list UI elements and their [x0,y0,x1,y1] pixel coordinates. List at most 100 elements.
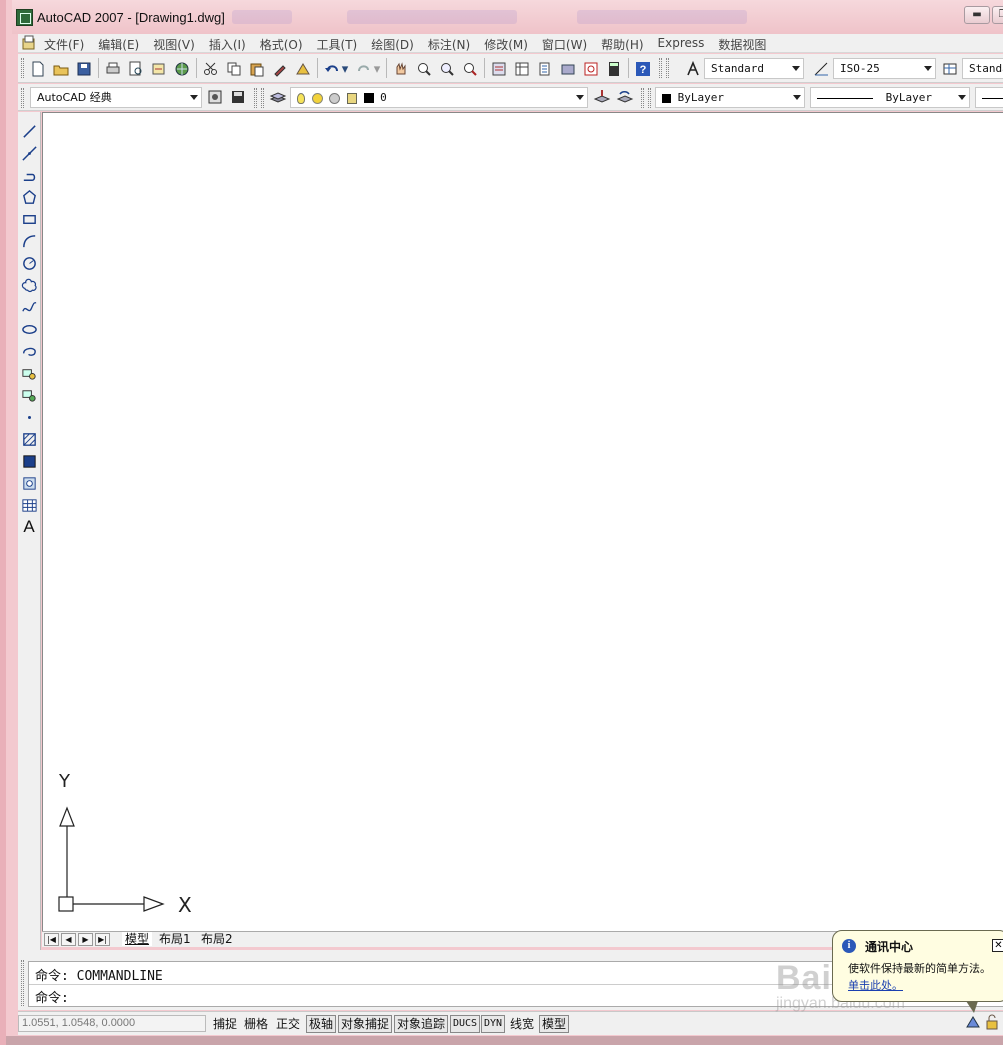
menu-draw[interactable]: 绘图(D) [371,36,421,53]
region-icon[interactable] [19,473,39,493]
toolbar-grip[interactable] [666,58,669,78]
table-style-select[interactable]: Standard [962,58,1003,79]
toolbar-grip[interactable] [648,88,651,108]
toolbar-grip[interactable] [641,88,644,108]
properties-icon[interactable] [489,59,509,79]
balloon-close-button[interactable]: ✕ [992,939,1003,952]
menu-view[interactable]: 视图(V) [153,36,202,53]
tool-palettes-icon[interactable] [535,59,555,79]
design-center-icon[interactable] [512,59,532,79]
rectangle-icon[interactable] [19,209,39,229]
help-icon[interactable]: ? [633,59,653,79]
zoom-realtime-icon[interactable] [414,59,434,79]
match-properties-icon[interactable] [270,59,290,79]
markup-set-manager-icon[interactable] [581,59,601,79]
publish-icon[interactable] [149,59,169,79]
menu-modify[interactable]: 修改(M) [484,36,535,53]
new-file-icon[interactable] [28,59,48,79]
toolbar-grip[interactable] [261,88,264,108]
menu-window[interactable]: 窗口(W) [542,36,594,53]
menu-help[interactable]: 帮助(H) [601,36,650,53]
zoom-previous-icon[interactable] [460,59,480,79]
quickcalc-icon[interactable] [604,59,624,79]
circle-icon[interactable] [19,253,39,273]
point-icon[interactable] [19,407,39,427]
toolbar-grip[interactable] [659,58,662,78]
polar-toggle[interactable]: 极轴 [306,1015,337,1033]
zoom-window-icon[interactable] [437,59,457,79]
redo-icon[interactable] [354,59,374,79]
layer-viewport-icon[interactable] [329,92,341,104]
drawing-canvas[interactable] [42,112,1003,932]
menu-dimension[interactable]: 标注(N) [428,36,477,53]
first-tab-button[interactable]: |◀ [44,933,59,946]
previous-tab-button[interactable]: ◀ [61,933,76,946]
toolbar-lock-icon[interactable] [986,1014,998,1030]
color-control-select[interactable]: ByLayer [655,87,805,108]
restore-button[interactable]: ❐ [992,6,1003,24]
text-style-select[interactable]: Standard [704,58,804,79]
polyline-icon[interactable] [19,165,39,185]
layer-on-lightbulb-icon[interactable] [297,92,305,104]
gradient-icon[interactable] [19,451,39,471]
open-file-icon[interactable] [51,59,71,79]
next-tab-button[interactable]: ▶ [78,933,93,946]
save-workspace-icon[interactable] [228,87,248,107]
table-icon[interactable] [19,495,39,515]
plot-preview-icon[interactable] [126,59,146,79]
layer-unlock-icon[interactable] [346,92,357,104]
toolbar-grip[interactable] [21,58,24,78]
layer-previous-icon[interactable] [615,87,635,107]
menu-tools[interactable]: 工具(T) [317,36,365,53]
tab-layout1[interactable]: 布局1 [156,932,194,946]
minimize-button[interactable]: ▬ [964,6,990,24]
sheet-set-manager-icon[interactable] [558,59,578,79]
layer-properties-manager-icon[interactable] [268,87,288,107]
linetype-control-select[interactable]: ByLayer [810,87,970,108]
table-style-icon[interactable] [940,59,960,79]
line-icon[interactable] [19,121,39,141]
balloon-link[interactable]: 单击此处。 [848,977,903,993]
menu-file[interactable]: 文件(F) [44,36,91,53]
polygon-icon[interactable] [19,187,39,207]
snap-toggle[interactable]: 捕捉 [210,1015,240,1033]
cut-icon[interactable] [201,59,221,79]
dyn-toggle[interactable]: DYN [481,1015,506,1033]
multiline-text-icon[interactable]: A [19,517,39,537]
coordinate-display[interactable]: 1.0551, 1.0548, 0.0000 [18,1015,206,1032]
otrack-toggle[interactable]: 对象追踪 [394,1015,449,1033]
copy-icon[interactable] [224,59,244,79]
undo-dropdown-icon[interactable]: ▾ [340,59,350,79]
print-icon[interactable] [103,59,123,79]
hatch-icon[interactable] [19,429,39,449]
menu-insert[interactable]: 插入(I) [209,36,253,53]
ortho-toggle[interactable]: 正交 [273,1015,303,1033]
title-bar[interactable]: AutoCAD 2007 - [Drawing1.dwg] ▬ ❐ [12,0,1003,34]
menu-data-view[interactable]: 数据视图 [718,36,773,53]
osnap-toggle[interactable]: 对象捕捉 [338,1015,393,1033]
last-tab-button[interactable]: ▶| [95,933,110,946]
text-style-icon[interactable] [683,59,703,79]
workspace-settings-icon[interactable] [205,87,225,107]
tab-layout2[interactable]: 布局2 [198,932,236,946]
lineweight-control-select[interactable] [975,87,1003,108]
arc-icon[interactable] [19,231,39,251]
dimension-style-icon[interactable] [812,59,832,79]
autocad-app-icon[interactable] [16,9,33,26]
undo-icon[interactable] [322,59,342,79]
menu-format[interactable]: 格式(O) [260,36,310,53]
workspace-select[interactable]: AutoCAD 经典 [30,87,202,108]
pan-realtime-icon[interactable] [391,59,411,79]
make-object-layer-current-icon[interactable] [592,87,612,107]
tab-model[interactable]: 模型 [122,932,153,946]
command-prompt[interactable]: 命令: [35,987,69,1006]
ellipse-icon[interactable] [19,319,39,339]
spline-icon[interactable] [19,297,39,317]
layer-thaw-sun-icon[interactable] [311,92,323,104]
command-window-grip[interactable] [21,960,24,1006]
document-menu-icon[interactable] [21,35,37,51]
construction-line-icon[interactable] [19,143,39,163]
toolbar-grip[interactable] [254,88,257,108]
ellipse-arc-icon[interactable] [19,341,39,361]
communication-center-icon[interactable] [966,1016,980,1028]
